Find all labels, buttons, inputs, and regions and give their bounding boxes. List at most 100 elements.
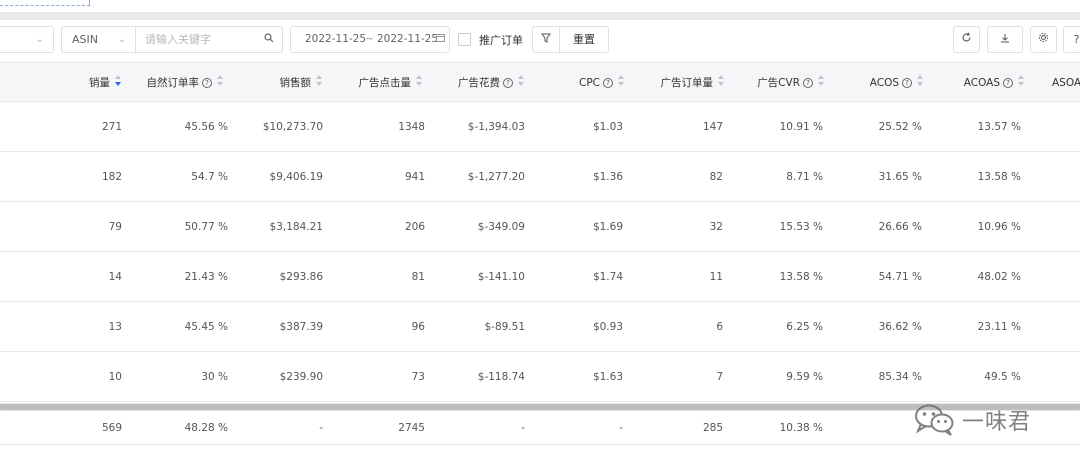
help-icon[interactable]: ? xyxy=(503,78,513,88)
chevron-down-icon: ⌄ xyxy=(117,34,126,45)
search-icon[interactable] xyxy=(264,27,274,52)
header-sales-amount[interactable]: 销售额 xyxy=(280,63,324,103)
cell-acoas: 23.11 % xyxy=(977,321,1021,333)
header-ad-cvr[interactable]: 广告CVR? xyxy=(757,63,825,103)
cell-organic-order-rate: 50.77 % xyxy=(184,221,228,233)
search-group: ASIN ⌄ 请输入关键字 xyxy=(61,26,283,53)
header-acoas[interactable]: ACOAS? xyxy=(964,63,1025,103)
search-placeholder: 请输入关键字 xyxy=(145,33,211,46)
download-button[interactable] xyxy=(987,26,1023,53)
header-label: 广告订单量 xyxy=(660,77,714,89)
chevron-down-icon: ⌄ xyxy=(35,34,44,45)
settings-button[interactable] xyxy=(1030,26,1057,53)
table-row[interactable]: 182 54.7 % $9,406.19 941 $-1,277.20 $1.36 82 8.… xyxy=(0,152,1080,202)
cell-sales-qty: 79 xyxy=(108,221,122,233)
header-ad-clicks[interactable]: 广告点击量 xyxy=(359,63,424,103)
search-input[interactable]: 请输入关键字 xyxy=(136,27,282,52)
page-divider xyxy=(0,12,1080,20)
filter-icon xyxy=(541,33,551,46)
table-row[interactable]: 79 50.77 % $3,184.21 206 $-349.09 $1.69 32 15.5… xyxy=(0,202,1080,252)
filter-button[interactable] xyxy=(532,26,560,53)
header-sales-qty[interactable]: 销量 xyxy=(89,63,122,103)
cell-ad-cvr: 8.71 % xyxy=(786,171,823,183)
sort-icon[interactable] xyxy=(316,75,323,87)
cell-sales-amount: $293.86 xyxy=(279,271,323,283)
ad-orders-checkbox[interactable] xyxy=(458,33,471,46)
help-icon[interactable]: ? xyxy=(803,78,813,88)
cell-acos: 31.65 % xyxy=(878,171,922,183)
gear-icon xyxy=(1038,33,1049,46)
selection-outline xyxy=(0,0,90,6)
cell-sales-amount: $239.90 xyxy=(279,371,323,383)
cell-sales-qty: 182 xyxy=(101,171,122,183)
help-button[interactable]: ? xyxy=(1063,26,1080,53)
filter-toolbar: ⌄ ASIN ⌄ 请输入关键字 2022-11-25 ~ 2022-11-25 … xyxy=(0,20,1080,60)
refresh-button[interactable] xyxy=(953,26,980,53)
sort-icon[interactable] xyxy=(1018,75,1025,87)
cell-ad-spend: $-1,394.03 xyxy=(467,121,525,133)
field-select[interactable]: ASIN ⌄ xyxy=(62,27,136,52)
cell-ad-orders: 32 xyxy=(709,221,723,233)
cell-acoas: 49.5 % xyxy=(984,371,1021,383)
cell-ad-cvr: 13.58 % xyxy=(779,271,823,283)
sort-icon[interactable] xyxy=(618,75,625,87)
cell-acos: 36.62 % xyxy=(878,321,922,333)
header-label: ACOAS xyxy=(963,77,1000,89)
cell-organic-order-rate: 45.45 % xyxy=(184,321,228,333)
sort-desc-icon[interactable] xyxy=(115,75,122,87)
table-row[interactable]: 10 30 % $239.90 73 $-118.74 $1.63 7 9.59 % 85.34… xyxy=(0,352,1080,402)
cell-ad-cvr: 9.59 % xyxy=(786,371,823,383)
reset-label: 重置 xyxy=(573,33,595,46)
cell-sales-qty: 10 xyxy=(108,371,122,383)
help-icon[interactable]: ? xyxy=(1003,78,1013,88)
cell-ad-spend: $-141.10 xyxy=(477,271,525,283)
help-icon[interactable]: ? xyxy=(603,78,613,88)
cell-sales-amount: $10,273.70 xyxy=(262,121,323,133)
cell-ad-spend: $-89.51 xyxy=(484,321,525,333)
table-row[interactable]: 271 45.56 % $10,273.70 1348 $-1,394.03 $1.03 1… xyxy=(0,102,1080,152)
cell-ad-cvr: 6.25 % xyxy=(786,321,823,333)
sort-icon[interactable] xyxy=(818,75,825,87)
wechat-icon xyxy=(912,402,956,439)
table-header: 销量 自然订单率? 销售额 广告点击量 广告花费? CPC? 广告订单量 广告C… xyxy=(0,62,1080,102)
header-ad-spend[interactable]: 广告花费? xyxy=(458,63,525,103)
header-asoas[interactable]: ASOA xyxy=(1052,63,1080,103)
table-row[interactable]: 14 21.43 % $293.86 81 $-141.10 $1.74 11 13.58 %… xyxy=(0,252,1080,302)
cell-ad-spend: $-1,277.20 xyxy=(467,171,525,183)
header-ad-orders[interactable]: 广告订单量 xyxy=(661,63,726,103)
sort-icon[interactable] xyxy=(518,75,525,87)
table-row[interactable]: 13 45.45 % $387.39 96 $-89.51 $0.93 6 6.25 % 36.… xyxy=(0,302,1080,352)
cell-ad-orders: 82 xyxy=(709,171,723,183)
cell-ad-clicks: 206 xyxy=(404,221,425,233)
watermark-text: 一味君 xyxy=(962,410,1032,435)
watermark: 一味君 xyxy=(912,400,1031,440)
cell-ad-cvr: 15.53 % xyxy=(779,221,823,233)
sort-icon[interactable] xyxy=(718,75,725,87)
cell-organic-order-rate: 30 % xyxy=(201,371,228,383)
header-organic-order-rate[interactable]: 自然订单率? xyxy=(147,63,225,103)
cell-sales-amount: $3,184.21 xyxy=(269,221,323,233)
header-cpc[interactable]: CPC? xyxy=(579,63,625,103)
total-sales-qty: 569 xyxy=(101,422,122,434)
sort-icon[interactable] xyxy=(416,75,423,87)
sort-icon[interactable] xyxy=(217,75,224,87)
shop-select[interactable]: ⌄ xyxy=(0,26,54,53)
cell-cpc: $1.63 xyxy=(592,371,623,383)
help-icon[interactable]: ? xyxy=(202,78,212,88)
cell-acos: 26.66 % xyxy=(878,221,922,233)
cell-ad-clicks: 941 xyxy=(404,171,425,183)
calendar-icon xyxy=(436,27,445,52)
reset-button[interactable]: 重置 xyxy=(559,26,609,53)
ad-orders-label: 推广订单 xyxy=(479,34,523,47)
header-acos[interactable]: ACOS? xyxy=(870,63,924,103)
cell-ad-clicks: 73 xyxy=(411,371,425,383)
help-icon[interactable]: ? xyxy=(902,78,912,88)
help-icon: ? xyxy=(1073,33,1080,46)
cell-cpc: $1.03 xyxy=(592,121,623,133)
date-start: 2022-11-25 xyxy=(305,33,367,45)
cell-acoas: 13.57 % xyxy=(977,121,1021,133)
sort-icon[interactable] xyxy=(917,75,924,87)
header-label: 销售额 xyxy=(279,77,312,89)
cell-sales-amount: $9,406.19 xyxy=(269,171,323,183)
date-range-picker[interactable]: 2022-11-25 ~ 2022-11-25 xyxy=(290,26,450,53)
